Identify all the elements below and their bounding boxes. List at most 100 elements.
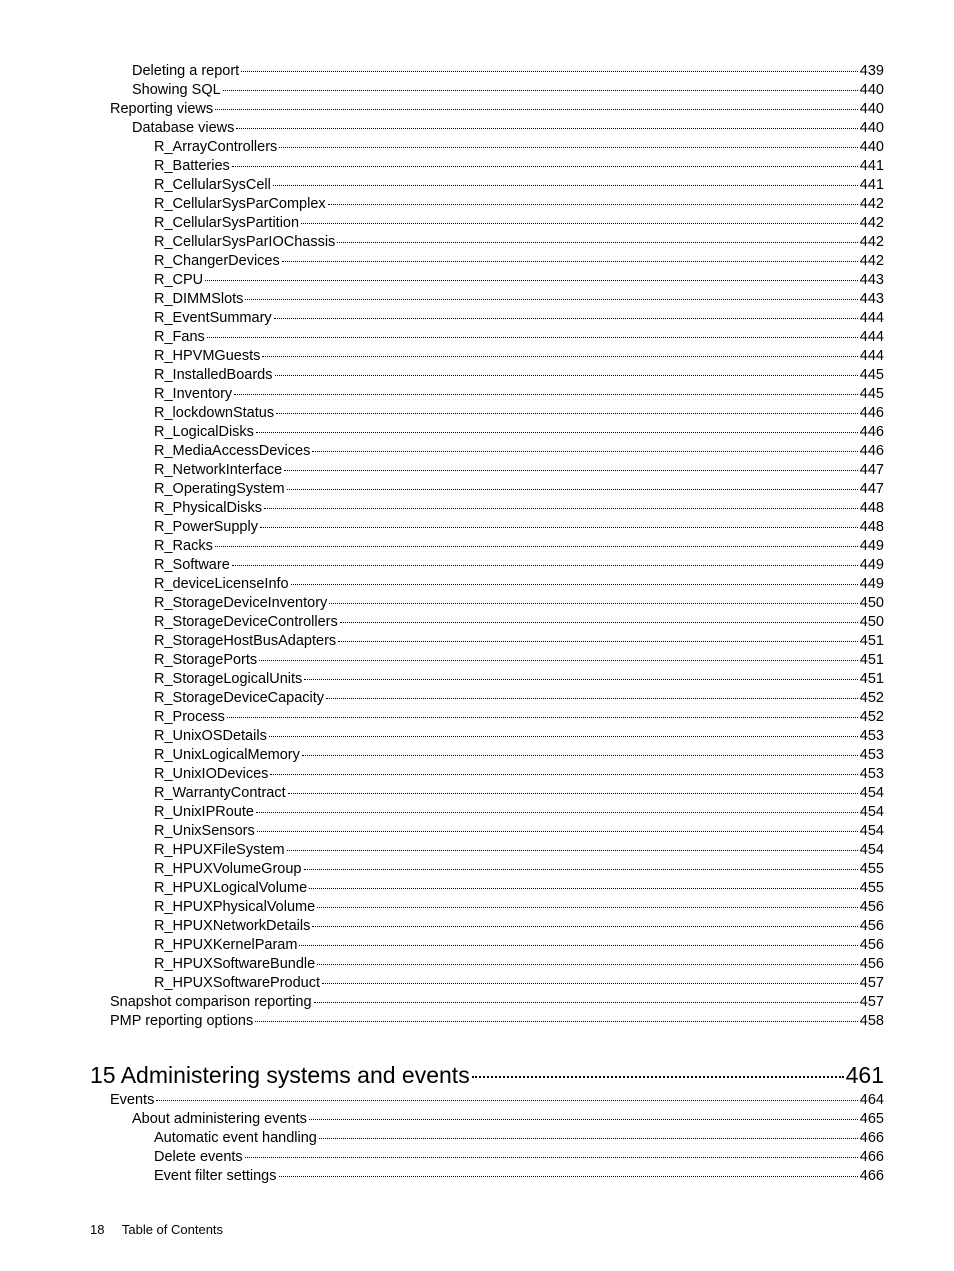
toc-entry[interactable]: R_StorageLogicalUnits451 bbox=[90, 670, 884, 689]
toc-entry-page: 450 bbox=[860, 594, 884, 613]
footer-label: Table of Contents bbox=[122, 1222, 223, 1237]
toc-leader bbox=[314, 1002, 858, 1003]
toc-entry-page: 443 bbox=[860, 271, 884, 290]
toc-entry[interactable]: R_Batteries441 bbox=[90, 157, 884, 176]
toc-entry-page: 447 bbox=[860, 461, 884, 480]
toc-entry[interactable]: R_PowerSupply448 bbox=[90, 518, 884, 537]
toc-entry[interactable]: Database views440 bbox=[90, 119, 884, 138]
toc-entry[interactable]: R_CellularSysPartition442 bbox=[90, 214, 884, 233]
toc-entry[interactable]: R_UnixSensors454 bbox=[90, 822, 884, 841]
toc-entry-page: 449 bbox=[860, 537, 884, 556]
toc-entry[interactable]: Delete events466 bbox=[90, 1148, 884, 1167]
toc-entry[interactable]: Showing SQL440 bbox=[90, 81, 884, 100]
toc-entry[interactable]: R_UnixIPRoute 454 bbox=[90, 803, 884, 822]
toc-entry[interactable]: R_HPUXNetworkDetails456 bbox=[90, 917, 884, 936]
toc-entry[interactable]: R_UnixOSDetails453 bbox=[90, 727, 884, 746]
toc-leader bbox=[227, 717, 858, 718]
toc-entry[interactable]: R_lockdownStatus446 bbox=[90, 404, 884, 423]
toc-chapter-line[interactable]: 15 Administering systems and events 461 bbox=[90, 1061, 884, 1089]
page: Deleting a report439Showing SQL440Report… bbox=[0, 0, 954, 1271]
toc-leader bbox=[284, 470, 858, 471]
toc-entry[interactable]: Automatic event handling466 bbox=[90, 1129, 884, 1148]
toc-entry[interactable]: R_ArrayControllers440 bbox=[90, 138, 884, 157]
toc-entry[interactable]: Snapshot comparison reporting457 bbox=[90, 993, 884, 1012]
toc-entry[interactable]: R_HPUXKernelParam456 bbox=[90, 936, 884, 955]
toc-entry[interactable]: PMP reporting options458 bbox=[90, 1012, 884, 1031]
toc-leader bbox=[279, 147, 858, 148]
toc-entry-title: R_HPUXVolumeGroup bbox=[154, 860, 302, 879]
toc-entry-title: R_StoragePorts bbox=[154, 651, 257, 670]
toc-entry[interactable]: R_UnixLogicalMemory453 bbox=[90, 746, 884, 765]
toc-leader bbox=[288, 793, 858, 794]
toc-entry[interactable]: R_MediaAccessDevices446 bbox=[90, 442, 884, 461]
toc-entry-page: 465 bbox=[860, 1110, 884, 1129]
toc-entry[interactable]: R_PhysicalDisks448 bbox=[90, 499, 884, 518]
toc-entry-title: R_NetworkInterface bbox=[154, 461, 282, 480]
toc-entry-page: 440 bbox=[860, 81, 884, 100]
toc-leader bbox=[326, 698, 858, 699]
toc-entry-title: Events bbox=[110, 1091, 154, 1110]
toc-leader bbox=[215, 546, 858, 547]
toc-entry[interactable]: Deleting a report439 bbox=[90, 62, 884, 81]
toc-entry[interactable]: R_Racks449 bbox=[90, 537, 884, 556]
toc-entry-title: R_UnixIPRoute bbox=[154, 803, 254, 822]
toc-entry-title: R_HPUXFileSystem bbox=[154, 841, 285, 860]
toc-entry[interactable]: R_HPUXPhysicalVolume456 bbox=[90, 898, 884, 917]
toc-entry-title: R_PhysicalDisks bbox=[154, 499, 262, 518]
toc-entry-title: R_HPUXSoftwareProduct bbox=[154, 974, 320, 993]
toc-entry[interactable]: Events464 bbox=[90, 1091, 884, 1110]
toc-leader bbox=[256, 432, 858, 433]
toc-entry[interactable]: R_Fans444 bbox=[90, 328, 884, 347]
toc-leader bbox=[282, 261, 858, 262]
toc-entry[interactable]: R_HPVMGuests444 bbox=[90, 347, 884, 366]
toc-entry-page: 454 bbox=[860, 803, 884, 822]
toc-entry[interactable]: R_OperatingSystem447 bbox=[90, 480, 884, 499]
toc-leader bbox=[156, 1100, 857, 1101]
toc-entry[interactable]: R_UnixIODevices453 bbox=[90, 765, 884, 784]
toc-entry[interactable]: R_HPUXVolumeGroup455 bbox=[90, 860, 884, 879]
toc-entry[interactable]: R_StorageDeviceControllers450 bbox=[90, 613, 884, 632]
toc-entry-page: 466 bbox=[860, 1148, 884, 1167]
toc-entry[interactable]: R_Process452 bbox=[90, 708, 884, 727]
toc-entry[interactable]: R_LogicalDisks446 bbox=[90, 423, 884, 442]
toc-entry[interactable]: R_CellularSysParComplex442 bbox=[90, 195, 884, 214]
toc-entry[interactable]: R_InstalledBoards445 bbox=[90, 366, 884, 385]
page-footer: 18 Table of Contents bbox=[90, 1222, 223, 1237]
toc-entry[interactable]: R_DIMMSlots443 bbox=[90, 290, 884, 309]
toc-entry[interactable]: R_StorageDeviceCapacity452 bbox=[90, 689, 884, 708]
toc-leader bbox=[256, 812, 858, 813]
toc-entry-title: R_Inventory bbox=[154, 385, 232, 404]
toc-entry[interactable]: R_EventSummary444 bbox=[90, 309, 884, 328]
toc-entry[interactable]: R_ChangerDevices442 bbox=[90, 252, 884, 271]
toc-entry-page: 446 bbox=[860, 442, 884, 461]
toc-entry[interactable]: R_HPUXLogicalVolume455 bbox=[90, 879, 884, 898]
toc-entry[interactable]: R_CPU 443 bbox=[90, 271, 884, 290]
toc-entry[interactable]: R_HPUXSoftwareBundle456 bbox=[90, 955, 884, 974]
toc-chapter-page: 461 bbox=[846, 1061, 884, 1089]
toc-entry-page: 447 bbox=[860, 480, 884, 499]
toc-entry[interactable]: R_WarrantyContract454 bbox=[90, 784, 884, 803]
toc-entry-title: R_Software bbox=[154, 556, 230, 575]
toc-entry[interactable]: R_HPUXSoftwareProduct457 bbox=[90, 974, 884, 993]
toc-entry[interactable]: R_CellularSysParIOChassis442 bbox=[90, 233, 884, 252]
toc-entry-page: 446 bbox=[860, 404, 884, 423]
toc-entry-title: Deleting a report bbox=[132, 62, 239, 81]
toc-entry[interactable]: R_StoragePorts451 bbox=[90, 651, 884, 670]
toc-entry[interactable]: Reporting views440 bbox=[90, 100, 884, 119]
toc-entry-page: 449 bbox=[860, 575, 884, 594]
toc-entry[interactable]: R_Software449 bbox=[90, 556, 884, 575]
toc-entry-page: 441 bbox=[860, 176, 884, 195]
toc-entry[interactable]: R_deviceLicenseInfo449 bbox=[90, 575, 884, 594]
toc-entry[interactable]: Event filter settings466 bbox=[90, 1167, 884, 1186]
toc-entry-page: 441 bbox=[860, 157, 884, 176]
toc-entry[interactable]: R_Inventory445 bbox=[90, 385, 884, 404]
toc-entry[interactable]: R_StorageHostBusAdapters451 bbox=[90, 632, 884, 651]
toc-entry-title: R_CPU bbox=[154, 271, 203, 290]
toc-entry[interactable]: R_NetworkInterface 447 bbox=[90, 461, 884, 480]
toc-entry[interactable]: R_HPUXFileSystem454 bbox=[90, 841, 884, 860]
toc-entry[interactable]: R_CellularSysCell441 bbox=[90, 176, 884, 195]
toc-leader bbox=[260, 527, 858, 528]
toc-leader bbox=[309, 888, 858, 889]
toc-entry[interactable]: R_StorageDeviceInventory450 bbox=[90, 594, 884, 613]
toc-entry[interactable]: About administering events465 bbox=[90, 1110, 884, 1129]
